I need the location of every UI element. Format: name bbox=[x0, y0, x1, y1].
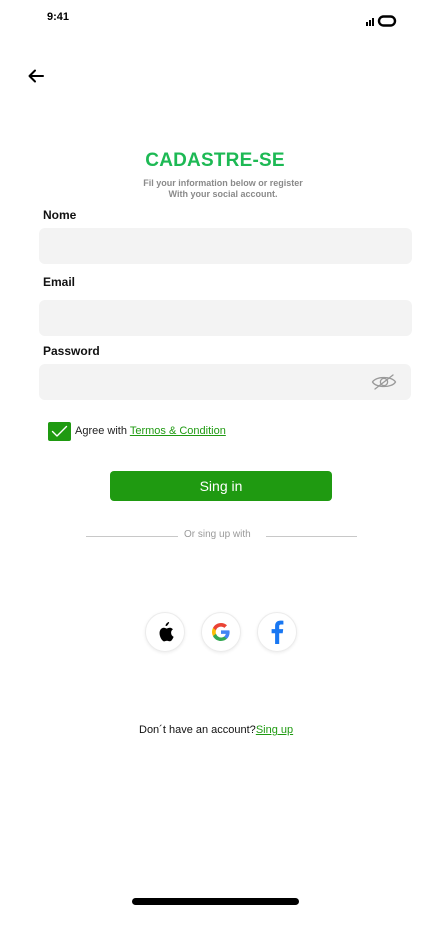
name-field[interactable] bbox=[39, 228, 412, 264]
status-time: 9:41 bbox=[47, 11, 70, 23]
email-field[interactable] bbox=[39, 300, 412, 336]
signal-icon bbox=[366, 18, 374, 26]
subtitle-line-2: With your social account. bbox=[168, 189, 278, 199]
facebook-icon bbox=[271, 620, 284, 644]
page-subtitle: Fil your information below or register W… bbox=[0, 178, 430, 200]
back-button[interactable] bbox=[24, 64, 48, 88]
checkmark-icon bbox=[51, 425, 68, 437]
battery-icon bbox=[377, 15, 397, 27]
eye-off-icon bbox=[371, 374, 397, 390]
apple-signup-button[interactable] bbox=[145, 612, 185, 652]
name-label: Nome bbox=[43, 208, 77, 222]
divider-right bbox=[266, 536, 357, 537]
agree-text: Agree with Termos & Condition bbox=[75, 425, 226, 437]
page-title: CADASTRE-SE bbox=[145, 150, 285, 171]
apple-icon bbox=[159, 622, 174, 642]
signup-question: Don´t have an account? bbox=[139, 724, 256, 736]
password-field[interactable] bbox=[39, 364, 411, 400]
email-label: Email bbox=[43, 275, 76, 289]
signup-prompt: Don´t have an account?Sing up bbox=[139, 724, 293, 736]
signup-link[interactable]: Sing up bbox=[256, 724, 293, 736]
subtitle-line-1: Fil your information below or register bbox=[143, 178, 303, 188]
agree-checkbox[interactable] bbox=[48, 422, 71, 441]
agree-label: Agree with bbox=[75, 425, 130, 437]
password-label: Password bbox=[43, 344, 100, 358]
divider-text: Or sing up with bbox=[184, 529, 251, 540]
divider-left bbox=[86, 536, 178, 537]
facebook-signup-button[interactable] bbox=[257, 612, 297, 652]
toggle-password-visibility[interactable] bbox=[371, 373, 397, 391]
home-indicator bbox=[132, 898, 299, 905]
google-signup-button[interactable] bbox=[201, 612, 241, 652]
terms-link[interactable]: Termos & Condition bbox=[130, 425, 226, 437]
status-icons bbox=[366, 14, 398, 27]
arrow-left-icon bbox=[28, 69, 44, 83]
google-icon bbox=[212, 623, 230, 641]
sign-in-button[interactable]: Sing in bbox=[110, 471, 332, 501]
